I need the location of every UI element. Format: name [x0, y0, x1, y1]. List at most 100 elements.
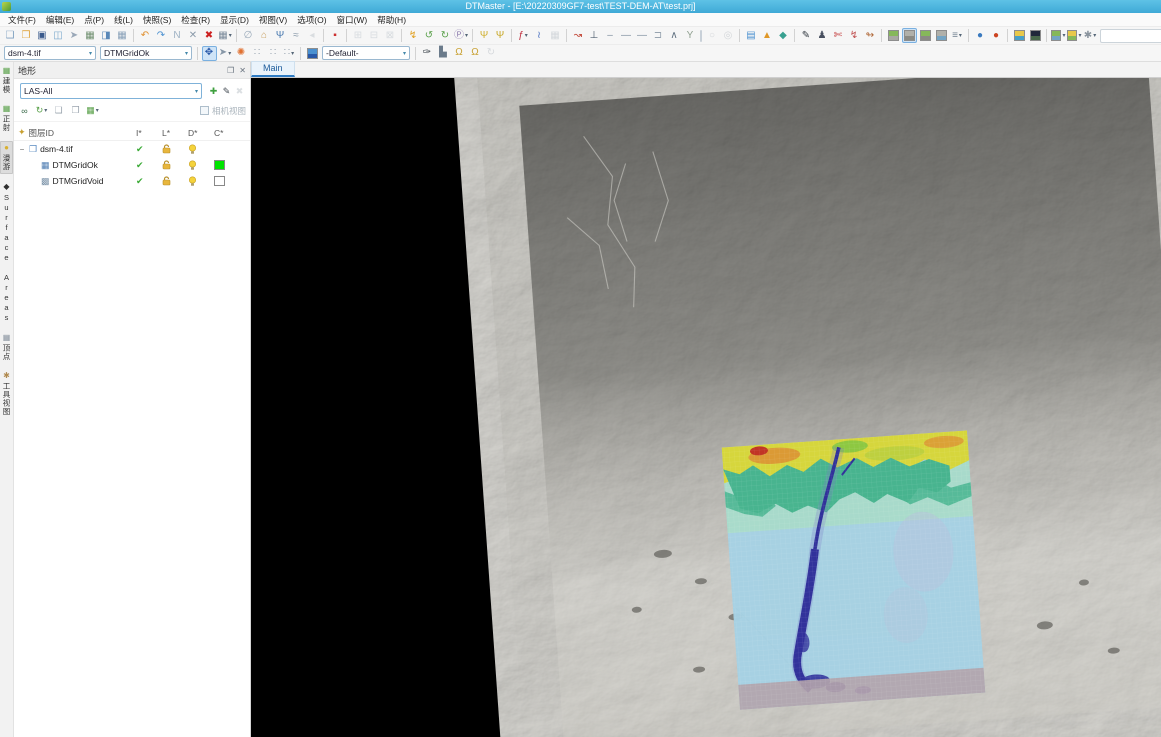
smooth-filter-icon[interactable]: ≈ — [289, 28, 304, 43]
monitor-icon[interactable] — [305, 46, 320, 61]
import-check-icon[interactable]: ✔ — [136, 144, 144, 155]
layer-color-swatch[interactable] — [214, 176, 225, 186]
las-source-combo[interactable]: LAS-All ▾ — [20, 83, 202, 99]
peak-tool-icon[interactable]: ∧ — [667, 28, 682, 43]
measure-value-input[interactable] — [700, 29, 702, 42]
menu-item-0[interactable]: 文件(F) — [3, 13, 41, 27]
route-icon[interactable]: ↬ — [863, 28, 878, 43]
layer-row-DTMGridVoid[interactable]: ▩ DTMGridVoid ✔ — [14, 173, 250, 189]
refresh-cw-icon[interactable]: ↺ — [422, 28, 437, 43]
side-tab-model[interactable]: ▦ 建模 — [0, 65, 13, 96]
cut-icon[interactable]: ✄ — [831, 28, 846, 43]
lock-view-icon[interactable]: Ω — [452, 46, 467, 61]
layer-file-combo[interactable]: dsm-4.tif ▾ — [4, 46, 96, 60]
vertex-drop-icon[interactable]: Ψ — [493, 28, 508, 43]
flash-update-icon[interactable]: ↯ — [406, 28, 421, 43]
new-file-icon[interactable]: ❑ — [3, 28, 18, 43]
line-thick-icon[interactable]: ― — [635, 28, 650, 43]
photo-view-icon[interactable]: ◨ — [99, 28, 114, 43]
snap-mode-icon[interactable]: Ⓟ ▾ — [454, 28, 469, 43]
gray-view-button[interactable] — [901, 28, 917, 43]
delete-all-icon[interactable]: ✖ — [202, 28, 217, 43]
line-thin-icon[interactable]: – — [603, 28, 618, 43]
menu-item-2[interactable]: 点(P) — [79, 13, 109, 27]
menu-item-10[interactable]: 帮助(H) — [372, 13, 411, 27]
edit-source-icon[interactable]: ✎ — [220, 85, 233, 98]
remove-source-icon[interactable]: ✖ — [233, 85, 246, 98]
grid-view-icon[interactable]: ▦ — [83, 28, 98, 43]
display-profile-combo[interactable]: -Default- ▾ — [322, 46, 410, 60]
clear-selection-icon[interactable]: ∅ — [241, 28, 256, 43]
las-file-icon[interactable]: ▤ — [744, 28, 759, 43]
dem-view-button[interactable] — [934, 28, 949, 43]
annotation-combo[interactable]: ▾ — [1100, 28, 1161, 43]
tab-main[interactable]: Main — [251, 61, 295, 77]
operator-icon[interactable]: ♟ — [815, 28, 830, 43]
bolt-icon[interactable]: ↯ — [847, 28, 862, 43]
viewport[interactable] — [251, 78, 1161, 737]
menu-item-8[interactable]: 选项(O) — [292, 13, 331, 27]
smooth-line-icon[interactable]: ≀ — [532, 28, 547, 43]
blue-ball-icon[interactable]: ● — [973, 28, 988, 43]
menu-item-4[interactable]: 快照(S) — [138, 13, 176, 27]
column-display[interactable]: D* — [188, 128, 214, 138]
column-color[interactable]: C* — [214, 128, 246, 138]
layer-row-dsm-4.tif[interactable]: − ❒ dsm-4.tif ✔ — [14, 141, 250, 157]
undo-icon[interactable]: ↶ — [138, 28, 153, 43]
grid-select-icon[interactable]: ▦ ▾ — [218, 28, 233, 43]
mesh-tool-icon[interactable]: ▦ — [548, 28, 563, 43]
settings-icon[interactable]: ✱ ▾ — [1083, 28, 1098, 43]
zoom-preset-1-icon[interactable]: ∷ — [250, 46, 265, 61]
elevation-preset-button[interactable]: ▾ — [1066, 28, 1082, 43]
copy-layer-icon[interactable]: ❏ — [52, 104, 65, 117]
function-tool-icon[interactable]: ƒ ▾ — [516, 28, 531, 43]
pane-close-icon[interactable]: ⊠ — [383, 28, 398, 43]
redo-icon[interactable]: ↷ — [154, 28, 169, 43]
home-extent-icon[interactable]: ⌂ — [257, 28, 272, 43]
side-tab-ortho[interactable]: ▦ 正射 — [0, 103, 13, 134]
column-lock[interactable]: L* — [162, 128, 188, 138]
zoom-extents-icon[interactable]: ✺ — [234, 46, 249, 61]
select-tool-icon[interactable]: ➤ ▾ — [218, 46, 233, 61]
column-import[interactable]: I* — [136, 128, 162, 138]
colormap-button[interactable] — [1012, 28, 1027, 43]
vertex-add-icon[interactable]: Ψ — [477, 28, 492, 43]
ortho-view-button[interactable] — [886, 28, 901, 43]
add-source-icon[interactable]: ✚ — [207, 85, 220, 98]
menu-item-7[interactable]: 视图(V) — [254, 13, 292, 27]
open-project-icon[interactable]: ❒ — [19, 28, 34, 43]
refresh-ccw-icon[interactable]: ↻ — [438, 28, 453, 43]
lock-icon[interactable] — [162, 160, 171, 170]
active-layer-combo[interactable]: DTMGridOk ▾ — [100, 46, 192, 60]
import-check-icon[interactable]: ✔ — [136, 176, 144, 187]
red-ball-icon[interactable]: ● — [989, 28, 1004, 43]
circle-tool-icon[interactable]: ○ — [705, 28, 720, 43]
camera-view-checkbox[interactable] — [199, 106, 209, 115]
block-icon[interactable]: ◆ — [776, 28, 791, 43]
visibility-bulb-icon[interactable] — [188, 159, 197, 171]
zoom-preset-3-icon[interactable]: ∷ ▾ — [282, 46, 297, 61]
visibility-bulb-icon[interactable] — [188, 175, 197, 187]
pane-merge-icon[interactable]: ⊟ — [367, 28, 382, 43]
menu-item-5[interactable]: 检查(R) — [176, 13, 215, 27]
line-medium-icon[interactable]: — — [619, 28, 634, 43]
sync-views-icon[interactable]: ↻ — [484, 46, 499, 61]
binoculars-icon[interactable]: ∞ — [18, 104, 31, 117]
pan-tool-icon[interactable]: ✥ — [201, 45, 217, 61]
back-icon[interactable]: ◂ — [305, 28, 320, 43]
menu-item-9[interactable]: 窗口(W) — [332, 13, 373, 27]
tree-expander[interactable]: − — [18, 145, 26, 154]
warning-icon[interactable]: ▲ — [760, 28, 775, 43]
delete-icon[interactable]: ✕ — [186, 28, 201, 43]
ground-level-icon[interactable]: ⊥ — [587, 28, 602, 43]
pen-icon[interactable]: ✎ — [799, 28, 814, 43]
display-mode-icon[interactable]: ≡ ▾ — [950, 28, 965, 43]
menu-item-3[interactable]: 线(L) — [109, 13, 138, 27]
save-icon[interactable]: ▣ — [35, 28, 50, 43]
layer-row-DTMGridOk[interactable]: ▦ DTMGridOk ✔ — [14, 157, 250, 173]
fly-path-icon[interactable]: ↝ — [571, 28, 586, 43]
hillshade-preset-button[interactable]: ▾ — [1050, 28, 1066, 43]
side-tab-vertices[interactable]: ▦ 顶点 — [0, 332, 13, 363]
pointer-icon[interactable]: ➤ — [67, 28, 82, 43]
mosaic-view-icon[interactable]: ▦ — [115, 28, 130, 43]
